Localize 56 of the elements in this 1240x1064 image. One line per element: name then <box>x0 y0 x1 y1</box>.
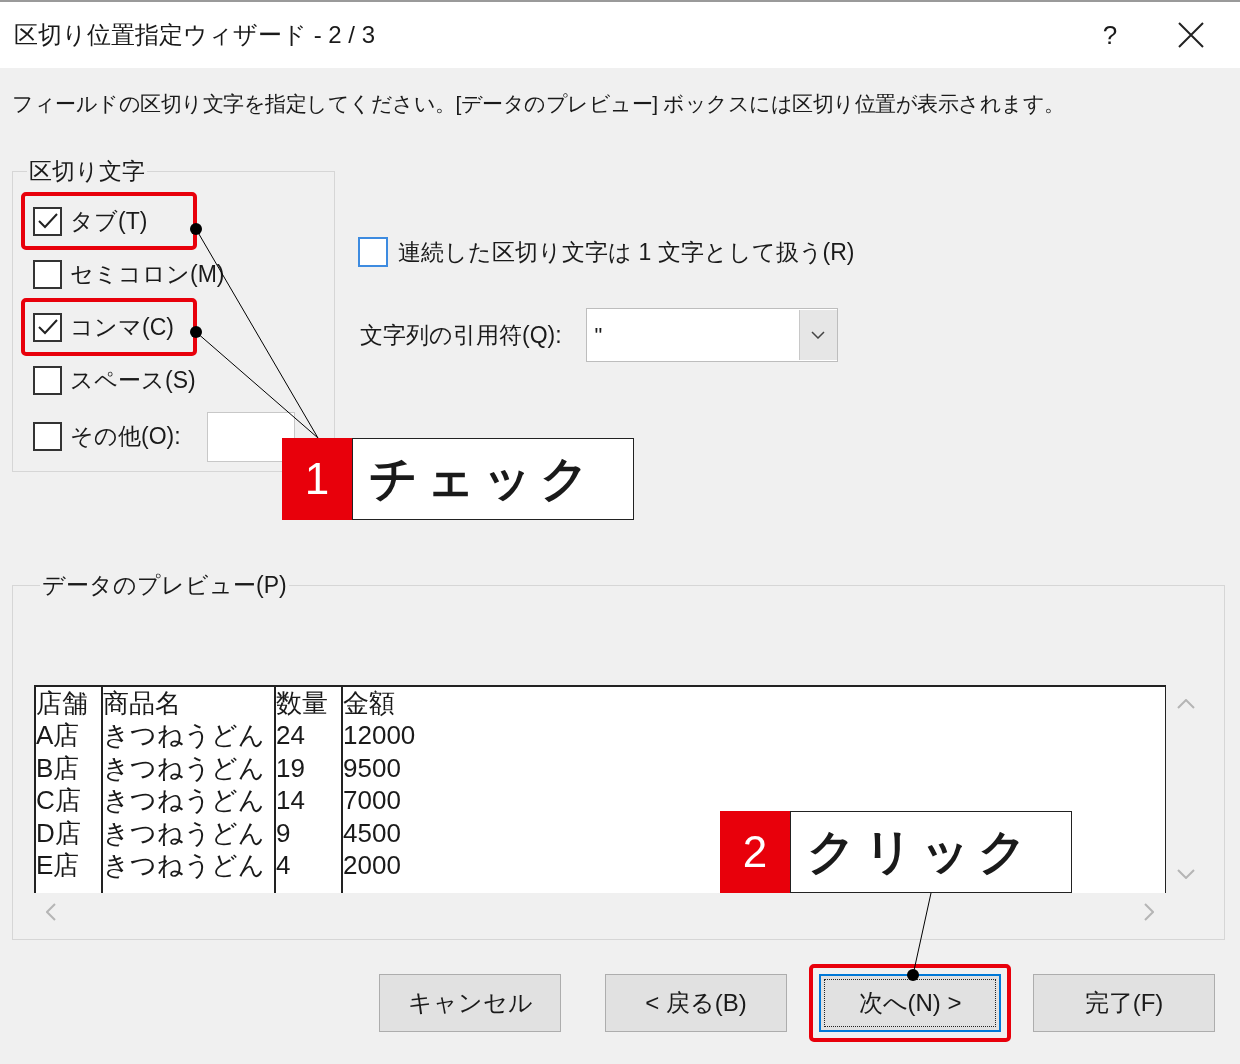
dialog-button[interactable]: キャンセル <box>379 974 561 1032</box>
checkbox-label: スペース(S) <box>70 365 196 395</box>
table-cell: E店 <box>36 849 80 882</box>
table-cell: 2000 <box>343 849 401 882</box>
checkbox-label: コンマ(C) <box>70 312 174 342</box>
checkbox-label: セミコロン(M) <box>70 259 225 289</box>
group-label: 区切り文字 <box>28 157 146 186</box>
dialog-button[interactable]: 完了(F) <box>1033 974 1215 1032</box>
window-title: 区切り位置指定ウィザード - 2 / 3 <box>14 20 376 50</box>
table-cell: 金額 <box>343 686 395 719</box>
field-label: 文字列の引用符(Q): <box>360 320 562 350</box>
table-cell: 商品名 <box>103 686 181 719</box>
table-cell: A店 <box>36 719 80 752</box>
checkbox[interactable] <box>33 422 62 451</box>
input-field[interactable] <box>206 411 295 462</box>
step-number: 2 <box>720 811 790 893</box>
table-cell: きつねうどん <box>103 849 265 882</box>
table-cell: D店 <box>36 816 81 849</box>
checkbox-label: 連続した区切り文字は 1 文字として扱う(R) <box>398 237 855 267</box>
table-cell: きつねうどん <box>103 784 265 817</box>
callout-label: クリック <box>790 811 1072 893</box>
help-button[interactable]: ? <box>1090 15 1130 55</box>
table-cell: きつねうどん <box>103 751 265 784</box>
table-cell: B店 <box>36 751 80 784</box>
group-label: データのプレビュー(P) <box>41 571 288 600</box>
table-cell: 9 <box>276 816 291 849</box>
table-cell: 24 <box>276 719 305 752</box>
check-icon <box>36 212 59 230</box>
chevron-down-icon <box>811 331 826 339</box>
table-cell: きつねうどん <box>103 719 265 752</box>
table-cell: きつねうどん <box>103 816 265 849</box>
checkbox[interactable] <box>33 259 62 289</box>
step-number: 1 <box>282 438 352 520</box>
checkbox[interactable] <box>33 206 62 236</box>
checkbox[interactable] <box>33 312 62 342</box>
checkbox[interactable] <box>358 237 388 267</box>
callout-label: チェック <box>352 438 634 520</box>
instruction-text: フィールドの区切り文字を指定してください。[データのプレビュー] ボックスには区切り位置が表示されます。 <box>12 91 1066 117</box>
table-cell: 7000 <box>343 784 401 817</box>
checkbox-label: タブ(T) <box>70 206 148 236</box>
checkbox-label: その他(O): <box>70 422 181 452</box>
table-cell: C店 <box>36 784 81 817</box>
check-icon <box>36 318 59 336</box>
checkbox[interactable] <box>33 365 62 395</box>
close-icon[interactable] <box>1178 22 1204 48</box>
quote-dropdown[interactable]: " <box>585 308 838 362</box>
table-cell: 9500 <box>343 751 401 784</box>
table-cell: 19 <box>276 751 305 784</box>
table-cell: 4500 <box>343 816 401 849</box>
table-cell: 店舗 <box>36 686 88 719</box>
table-cell: 14 <box>276 784 305 817</box>
table-cell: 4 <box>276 849 291 882</box>
dialog-button[interactable]: < 戻る(B) <box>605 974 787 1032</box>
dialog-button[interactable]: 次へ(N) > <box>819 974 1001 1032</box>
table-cell: 12000 <box>343 719 416 752</box>
table-cell: 数量 <box>276 686 328 719</box>
